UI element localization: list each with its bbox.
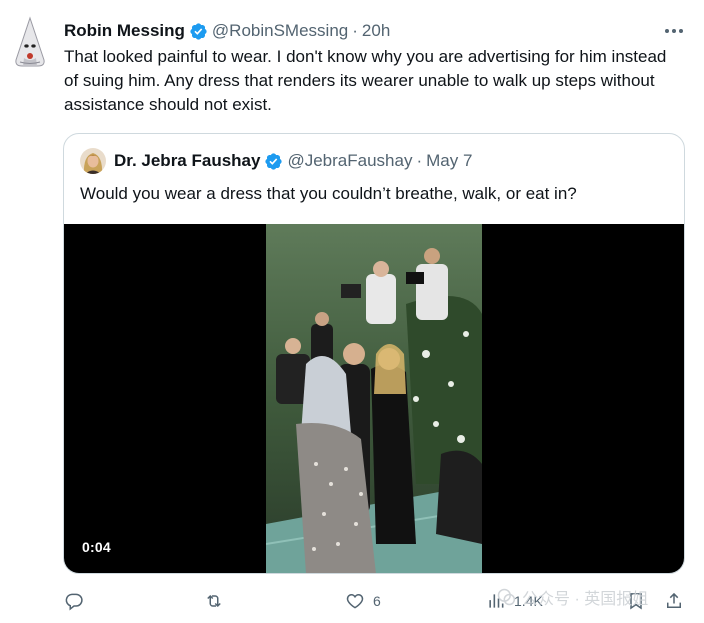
tweet-time[interactable]: 20h: [362, 21, 390, 41]
tweet-text: That looked painful to wear. I don't kno…: [64, 47, 667, 114]
video-frame: [266, 224, 482, 573]
header-separator: ·: [352, 21, 358, 40]
more-options-icon[interactable]: [662, 20, 686, 42]
wechat-logo-icon: [497, 588, 516, 606]
quoted-author-avatar[interactable]: [80, 148, 106, 174]
quoted-tweet-header: Dr. Jebra Faushay @JebraFaushay · May 7: [80, 148, 472, 174]
verified-badge-icon: [190, 22, 207, 40]
reply-button[interactable]: [64, 588, 92, 614]
tweet[interactable]: Robin Messing @RobinSMessing · 20h That …: [0, 0, 704, 623]
quoted-author-handle[interactable]: @JebraFaushay: [287, 151, 412, 171]
quoted-tweet-text: Would you wear a dress that you couldn’t…: [80, 184, 577, 203]
verified-badge-icon: [265, 152, 283, 170]
heart-icon: [346, 593, 364, 609]
like-button[interactable]: 6: [345, 588, 381, 614]
video-player[interactable]: 0:04: [64, 224, 684, 573]
watermark-text: 公众号 · 英国报姐: [522, 591, 649, 608]
video-timestamp: 0:04: [82, 539, 111, 555]
quoted-tweet-date[interactable]: May 7: [426, 151, 472, 171]
author-avatar[interactable]: [10, 16, 50, 70]
retweet-icon: [207, 594, 221, 608]
quoted-author-name[interactable]: Dr. Jebra Faushay: [114, 151, 260, 171]
tweet-header: Robin Messing @RobinSMessing · 20h: [64, 20, 390, 42]
quoted-tweet[interactable]: Dr. Jebra Faushay @JebraFaushay · May 7 …: [63, 133, 685, 574]
like-count: 6: [373, 593, 381, 609]
share-button[interactable]: [664, 588, 684, 614]
watermark: 公众号 · 英国报姐: [496, 584, 648, 610]
share-icon: [667, 592, 681, 608]
reply-icon: [65, 593, 83, 611]
author-handle[interactable]: @RobinSMessing: [212, 21, 348, 41]
quoted-header-separator: ·: [416, 151, 423, 170]
retweet-button[interactable]: [204, 588, 232, 614]
author-name[interactable]: Robin Messing: [64, 21, 185, 41]
